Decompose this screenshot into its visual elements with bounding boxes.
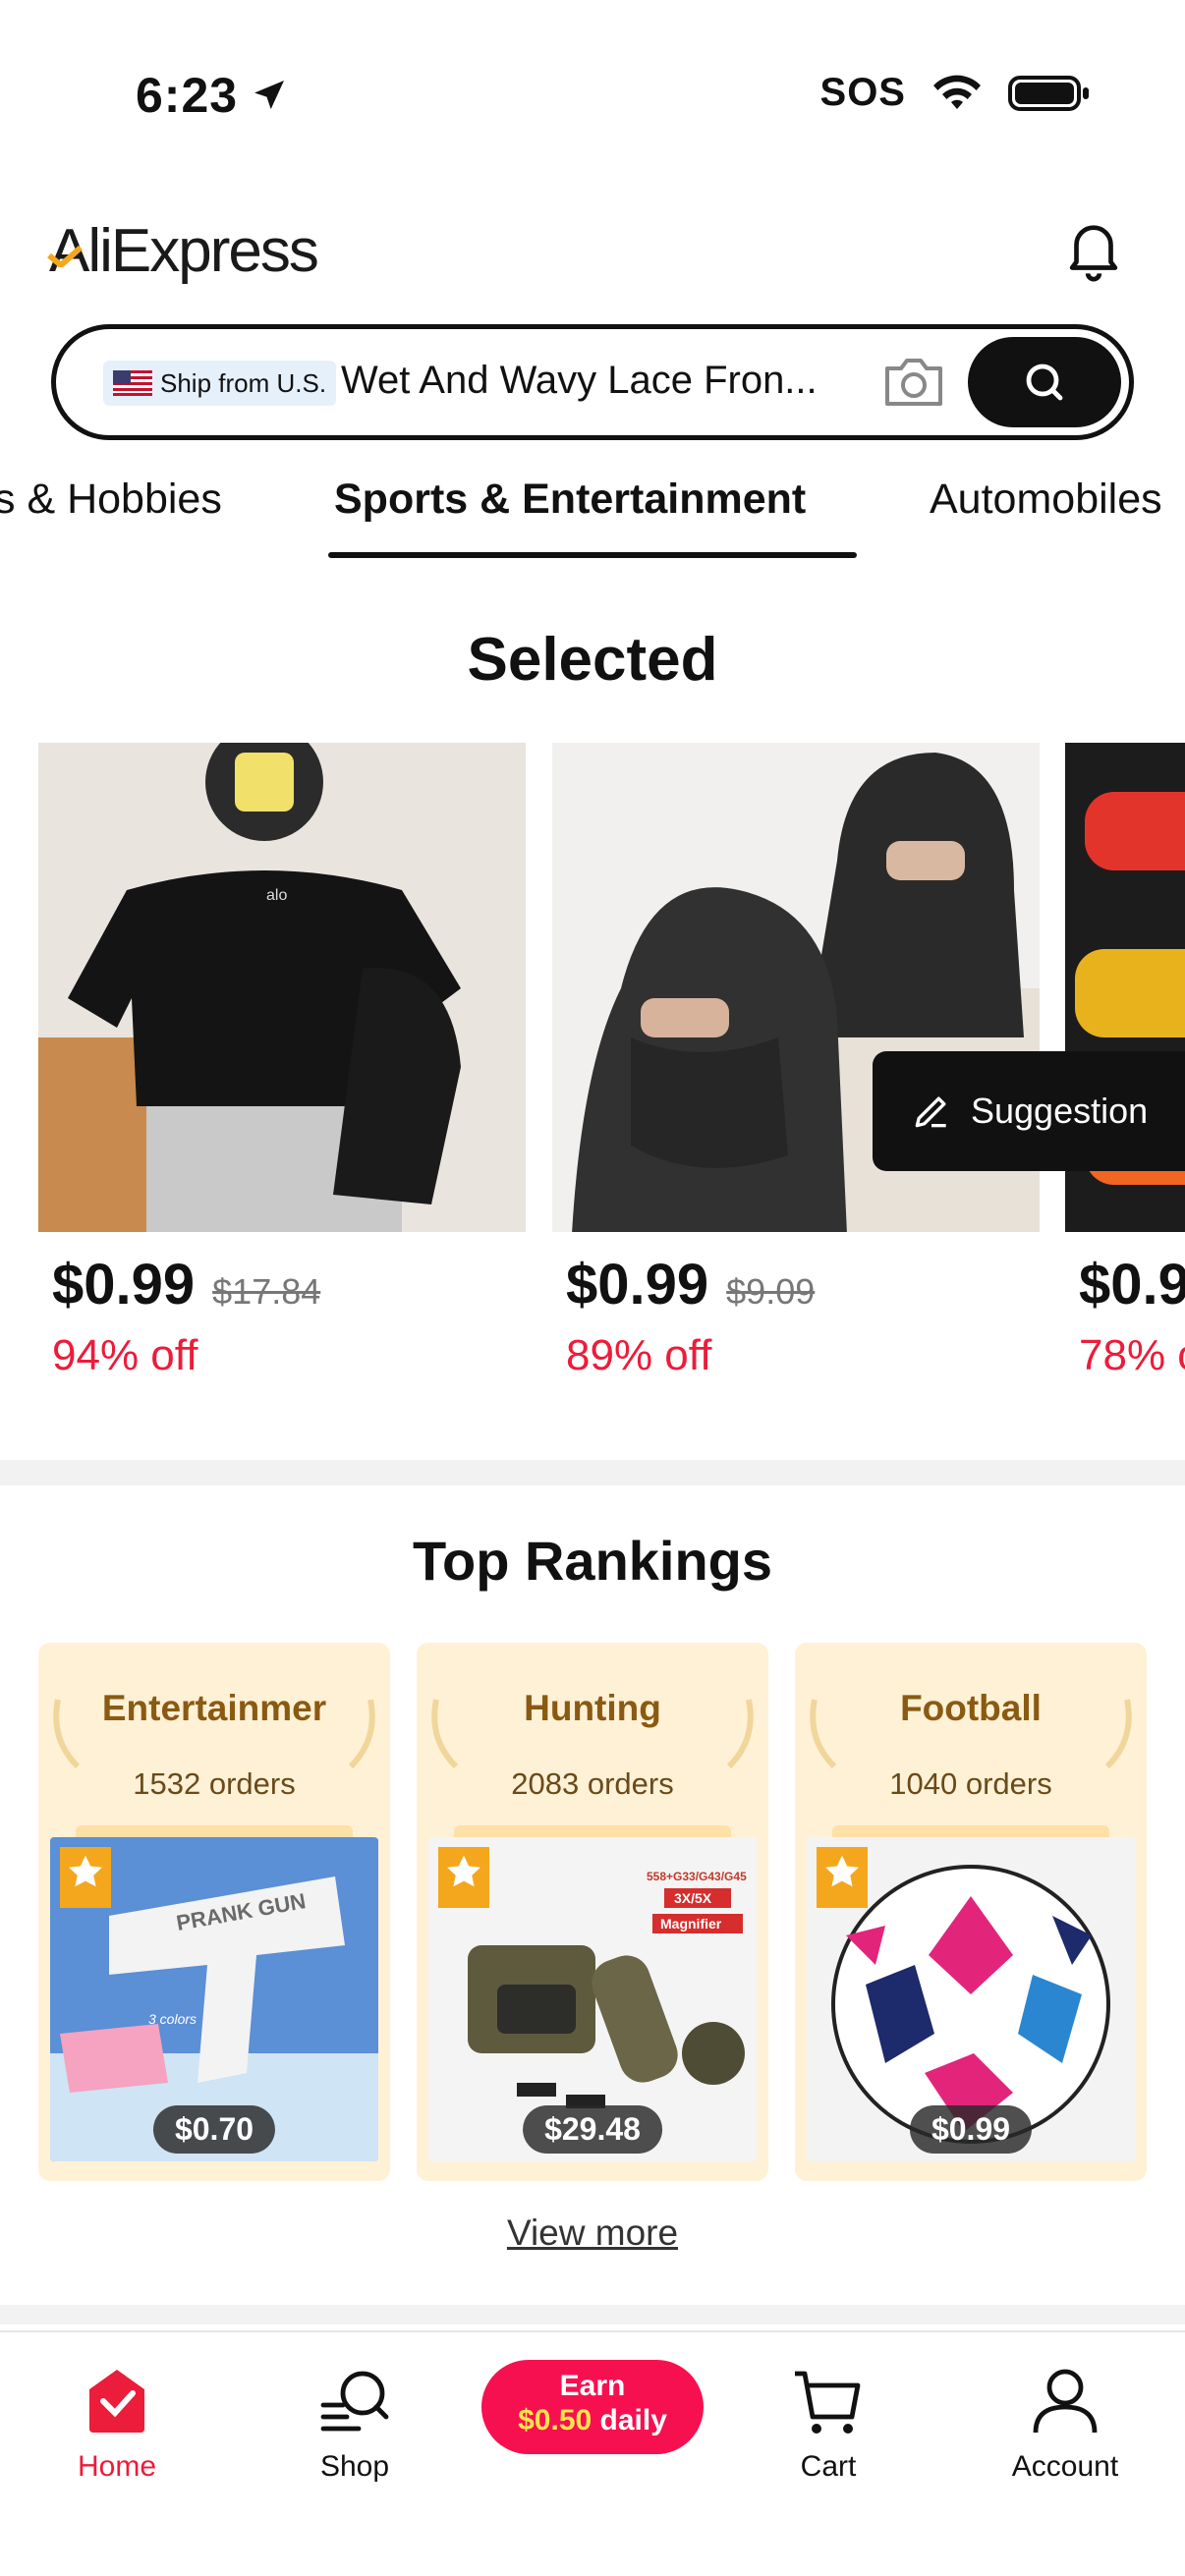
star-badge [60, 1847, 111, 1908]
status-time: 6:23 [136, 67, 289, 124]
ranking-orders: 1040 orders [889, 1766, 1052, 1801]
tab-sports-entertainment[interactable]: Sports & Entertainment [334, 476, 806, 524]
tab-automobiles[interactable]: Automobiles [930, 476, 1162, 524]
star-icon [825, 1855, 859, 1887]
notification-bell-icon[interactable] [1059, 216, 1128, 285]
logo-text: AliExpress [49, 217, 319, 285]
ranking-product-image-scope: 558+G33/G43/G45 3X/5X Magnifier $29.48 [428, 1837, 757, 2161]
product-price: $0.9 [1079, 1253, 1185, 1316]
status-indicators: SOS [820, 71, 1091, 115]
ranking-category-name: Entertainmer [101, 1688, 327, 1728]
ship-from-label: Ship from U.S. [160, 367, 327, 398]
ranking-category-name: Hunting [524, 1688, 661, 1728]
product-old-price: $17.84 [212, 1271, 321, 1312]
app-header: AliExpress [0, 196, 1185, 305]
price-line: $0.9 [1079, 1252, 1185, 1317]
nav-account-label: Account [1011, 2450, 1119, 2483]
section-divider [0, 1460, 1185, 1485]
ranking-orders: 2083 orders [511, 1766, 674, 1801]
earn-label: Earn [559, 2370, 626, 2402]
location-arrow-icon [254, 81, 285, 110]
cart-icon [795, 2371, 861, 2434]
ranking-shelf [454, 1825, 731, 1837]
search-bar[interactable]: Ship from U.S. Wet And Wavy Lace Fron... [51, 324, 1134, 440]
water-gun-colors-text: 3 colors [148, 2011, 197, 2027]
product-discount: 78% o [1079, 1331, 1185, 1379]
section-divider [0, 2305, 1185, 2324]
tab-hobbies[interactable]: s & Hobbies [0, 476, 222, 524]
ranking-price: $0.99 [909, 2105, 1033, 2154]
search-icon [1026, 364, 1063, 401]
suggestion-label: Suggestion [971, 1091, 1149, 1131]
selected-title: Selected [467, 626, 718, 694]
category-tabs: s & Hobbies Sports & Entertainment Autom… [0, 462, 1185, 560]
scope-magnifier-text: Magnifier [660, 1916, 722, 1932]
account-icon [1033, 2369, 1098, 2434]
product-discount: 94% off [52, 1331, 198, 1379]
product-old-price: $9.09 [726, 1271, 816, 1312]
earn-amount: $0.50 [518, 2404, 592, 2436]
ranking-price: $0.70 [152, 2105, 276, 2154]
ship-from-badge[interactable]: Ship from U.S. [103, 361, 337, 406]
us-flag-icon [113, 370, 152, 396]
earn-amount-line: $0.50 daily [481, 2403, 704, 2438]
shop-search-icon [320, 2371, 389, 2432]
ranking-card-hunting[interactable]: Hunting 2083 orders 558+G33/G43/G45 3X/5… [417, 1643, 768, 2181]
star-icon [447, 1855, 480, 1887]
product-price: $0.99 [566, 1253, 709, 1316]
active-tab-indicator [328, 552, 857, 558]
price-line: $0.99 $17.84 [52, 1252, 526, 1317]
battery-icon [1008, 75, 1089, 111]
ranking-orders: 1532 orders [133, 1766, 296, 1801]
ranking-shelf [76, 1825, 353, 1837]
ranking-card-football[interactable]: Football 1040 orders $0.99 [795, 1643, 1147, 2181]
edit-pencil-icon [915, 1096, 946, 1128]
product-discount: 89% off [566, 1331, 712, 1379]
nav-home-label: Home [77, 2450, 157, 2483]
earn-suffix: daily [592, 2404, 667, 2436]
status-bar: 6:23 SOS [0, 0, 1185, 187]
ranking-product-image-water-gun: PRANK GUN 3 colors $0.70 [50, 1837, 378, 2161]
ranking-shelf [832, 1825, 1109, 1837]
ranking-price: $29.48 [523, 2105, 662, 2154]
ranking-card-entertainment[interactable]: Entertainmer 1532 orders PRANK GUN 3 col… [38, 1643, 390, 2181]
sos-label: SOS [819, 71, 906, 114]
bottom-navigation: Home Shop Earn $0.50 daily Cart Account [0, 2330, 1185, 2576]
nav-shop-label: Shop [319, 2450, 390, 2483]
wifi-icon [933, 75, 981, 109]
nav-shop[interactable]: Shop [266, 2362, 443, 2484]
selected-product-card[interactable]: alo $0.99 $17.84 94% off [38, 743, 526, 1380]
price-line: $0.99 $9.09 [566, 1252, 1040, 1317]
nav-account[interactable]: Account [977, 2362, 1154, 2484]
svg-text:alo: alo [266, 887, 287, 904]
star-badge [817, 1847, 868, 1908]
star-icon [69, 1855, 102, 1887]
top-rankings-title: Top Rankings [412, 1530, 773, 1592]
view-more-link[interactable]: View more [0, 2212, 1185, 2254]
status-time-text: 6:23 [136, 68, 239, 123]
earn-daily-button[interactable]: Earn $0.50 daily [481, 2360, 704, 2454]
ranking-product-image-football: $0.99 [807, 1837, 1135, 2161]
nav-cart-label: Cart [800, 2450, 857, 2483]
scope-models-text: 558+G33/G43/G45 [647, 1870, 747, 1883]
camera-search-icon[interactable] [881, 355, 946, 410]
suggestion-button[interactable]: Suggestion [873, 1051, 1185, 1171]
product-image-tshirt: alo [38, 743, 526, 1232]
search-button[interactable] [968, 337, 1121, 427]
nav-cart[interactable]: Cart [740, 2362, 917, 2484]
product-price: $0.99 [52, 1253, 196, 1316]
home-icon [89, 2370, 144, 2433]
aliexpress-logo[interactable]: AliExpress [47, 216, 319, 286]
star-badge [438, 1847, 489, 1908]
logo-tick-icon [47, 246, 83, 267]
scope-zoom-text: 3X/5X [674, 1890, 712, 1906]
ranking-category-name: Football [900, 1688, 1042, 1728]
search-input[interactable]: Wet And Wavy Lace Fron... [341, 359, 901, 403]
nav-home[interactable]: Home [28, 2362, 205, 2484]
